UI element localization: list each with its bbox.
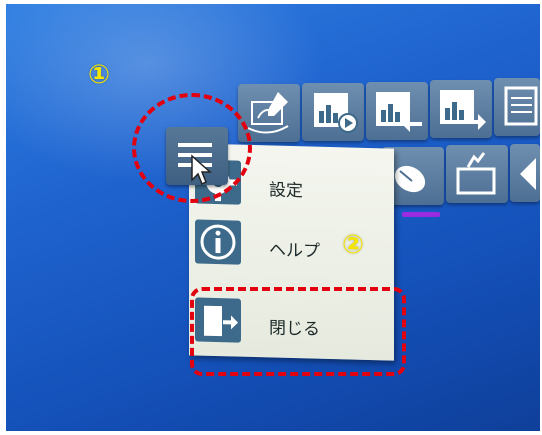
next-slide-button[interactable] bbox=[430, 80, 492, 138]
menu-item-label: 設定 bbox=[269, 180, 303, 202]
active-indicator bbox=[402, 212, 440, 217]
chart-back-icon bbox=[376, 92, 422, 132]
arrow-left-icon bbox=[520, 158, 536, 190]
presentation-play-button[interactable] bbox=[302, 83, 364, 141]
step2-highlight-box bbox=[190, 287, 406, 376]
document-button[interactable] bbox=[494, 78, 540, 136]
step1-highlight-circle bbox=[132, 93, 252, 203]
toolbox-icon bbox=[456, 152, 496, 195]
collapse-toolbar-button[interactable] bbox=[510, 144, 540, 202]
photo-of-screen: 設定 ヘルプ 閉じる bbox=[6, 4, 540, 431]
step2-badge: ② bbox=[342, 230, 365, 260]
document-icon bbox=[504, 86, 538, 126]
previous-slide-button[interactable] bbox=[366, 82, 428, 140]
info-icon bbox=[195, 219, 241, 265]
step1-badge: ① bbox=[88, 60, 111, 90]
tools-box-button[interactable] bbox=[446, 145, 508, 203]
chart-play-icon bbox=[314, 93, 358, 133]
menu-item-label: ヘルプ bbox=[269, 240, 320, 262]
chart-forward-icon bbox=[440, 90, 486, 130]
